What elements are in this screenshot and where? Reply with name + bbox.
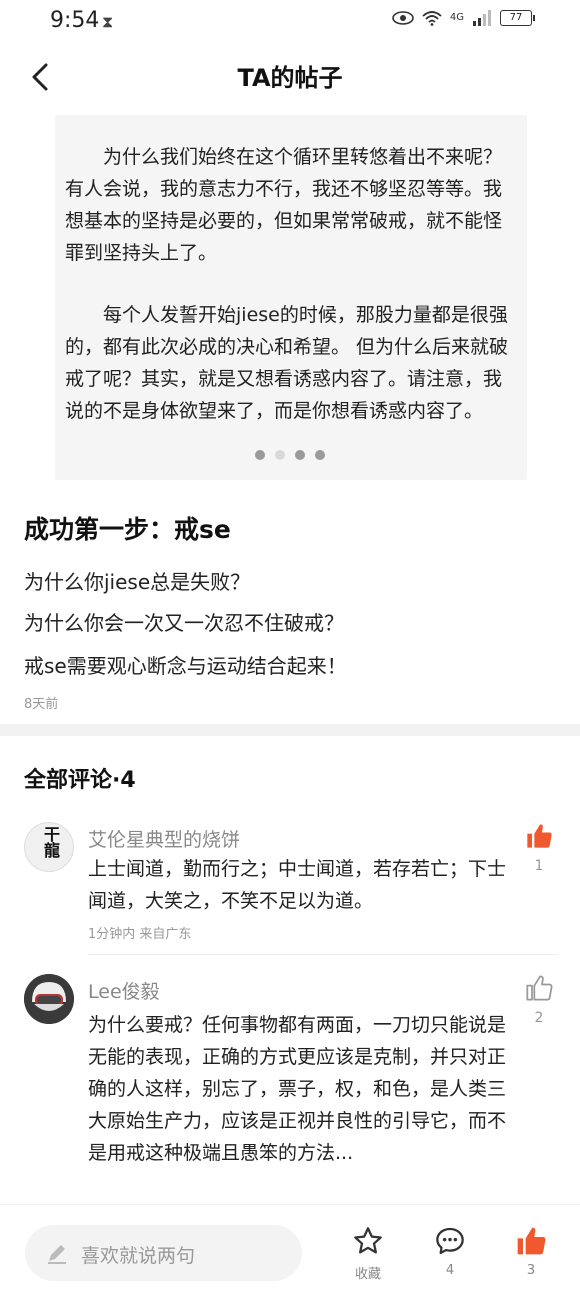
carousel-dot[interactable] (255, 450, 265, 460)
status-bar: 9:54 ⧗ 4G 77 (0, 0, 580, 44)
status-time: 9:54 (50, 8, 100, 33)
post-line-3: 戒se需要观心断念与运动结合起来！ (24, 654, 347, 678)
like-count: 2 (534, 1010, 544, 1026)
like-count: 3 (526, 1263, 536, 1278)
comment-count: 4 (445, 1263, 455, 1278)
header: TA的帖子 (0, 50, 580, 102)
thumbs-up-filled-icon (517, 1227, 546, 1255)
thumbs-up-filled-icon (527, 824, 552, 848)
comment-input-placeholder: 喜欢就说两句 (81, 1245, 196, 1267)
post-line-2: 为什么你会一次又一次忍不住破戒？ (24, 611, 344, 635)
comment-input[interactable]: 喜欢就说两句 (25, 1225, 302, 1281)
comment-text: 上士闻道，勤而行之；中士闻道，若存若亡；下士闻道，大笑之，不笑不足以为道。 (88, 858, 507, 912)
comment-like-button[interactable]: 1 (524, 822, 554, 874)
post-title: 成功第一步：戒se (24, 515, 231, 544)
carousel-dot[interactable] (295, 450, 305, 460)
avatar[interactable]: 干龍 (24, 822, 74, 872)
post-image-carousel[interactable]: 为什么我们始终在这个循环里转悠着出不来呢？有人会说，我的意志力不行，我还不够坚忍… (55, 115, 527, 480)
favorite-label: 收藏 (354, 1267, 381, 1282)
comment-button[interactable]: 4 (425, 1225, 475, 1278)
avatar[interactable] (24, 974, 74, 1024)
hourglass-icon: ⧗ (102, 12, 114, 31)
comment-like-button[interactable]: 2 (524, 974, 554, 1026)
section-divider (0, 724, 580, 736)
image-paragraph-2: 每个人发誓开始jiese的时候，那股力量都是很强的，都有此次必成的决心和希望。 … (65, 304, 509, 422)
comment-text: 为什么要戒？任何事物都有两面，一刀切只能说是无能的表现，正确的方式更应该是克制，… (88, 1014, 507, 1164)
eye-icon (392, 11, 414, 25)
carousel-dot-active[interactable] (275, 450, 285, 460)
favorite-button[interactable]: 收藏 (343, 1225, 393, 1282)
thumbs-up-outline-icon (526, 975, 553, 1001)
carousel-dot[interactable] (315, 450, 325, 460)
post-time: 8天前 (24, 697, 59, 712)
comments-title: 全部评论·4 (24, 768, 136, 793)
comment-separator (88, 954, 558, 955)
comment-username[interactable]: Lee俊毅 (88, 977, 160, 1004)
page-title: TA的帖子 (237, 64, 343, 92)
comment-meta: 1分钟内 来自广东 (88, 927, 192, 942)
image-paragraph-1: 为什么我们始终在这个循环里转悠着出不来呢？有人会说，我的意志力不行，我还不够坚忍… (65, 146, 503, 264)
post-line-1: 为什么你jiese总是失败？ (24, 570, 251, 594)
signal-icon (473, 10, 491, 26)
network-type: 4G (449, 12, 464, 23)
like-button[interactable]: 3 (506, 1225, 556, 1278)
battery-icon: 77 (500, 10, 535, 26)
comment-username[interactable]: 艾伦星典型的烧饼 (88, 825, 240, 852)
carousel-indicator (255, 450, 325, 460)
wifi-icon (422, 11, 442, 26)
bottom-action-bar: 喜欢就说两句 收藏 4 3 (0, 1204, 580, 1289)
helmet-avatar-icon (24, 974, 74, 1024)
star-icon (354, 1227, 382, 1254)
avatar-calligraphy: 干龍 (41, 826, 60, 858)
like-count: 1 (534, 858, 544, 874)
pen-icon (48, 1245, 66, 1264)
battery-level: 77 (509, 12, 523, 23)
comment-bubble-icon (436, 1227, 464, 1255)
